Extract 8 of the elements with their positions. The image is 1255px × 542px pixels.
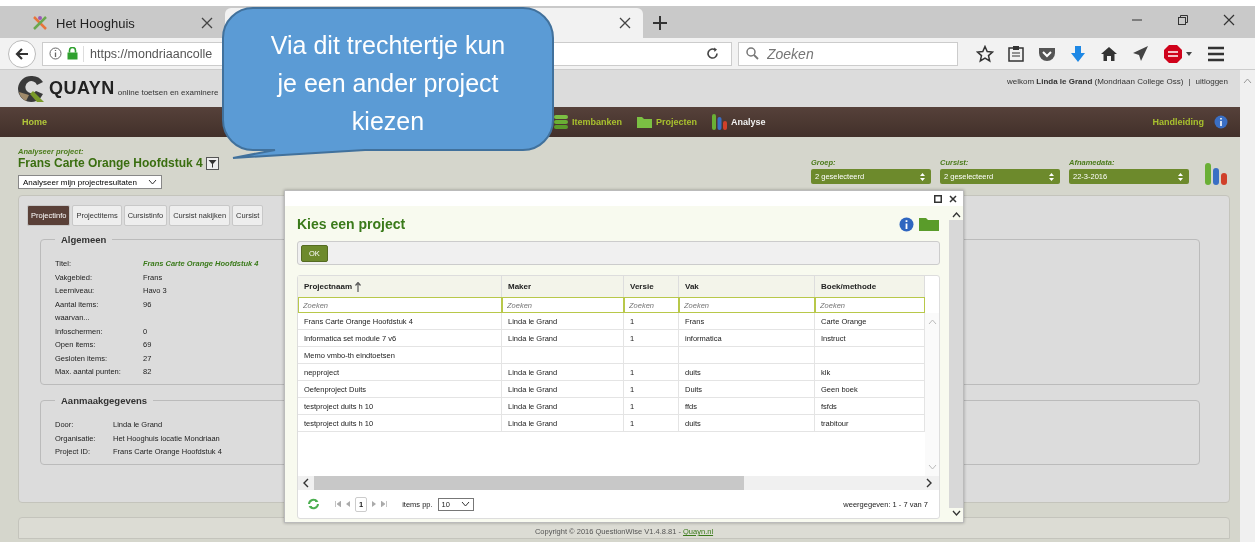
welcome-text: welkom Linda le Grand (Mondriaan College Oss) [1006, 77, 1184, 86]
section-title: Aanmaakgegevens [60, 395, 149, 406]
section-title: Algemeen [60, 234, 108, 245]
separator: | [1188, 77, 1191, 86]
logo-text: QUAYN [49, 78, 115, 99]
tagline: online toetsen en examinere [117, 87, 219, 97]
project-title: Frans Carte Orange Hoofdstuk 4 [18, 156, 203, 170]
dialog-title: Kies een project [297, 216, 406, 232]
